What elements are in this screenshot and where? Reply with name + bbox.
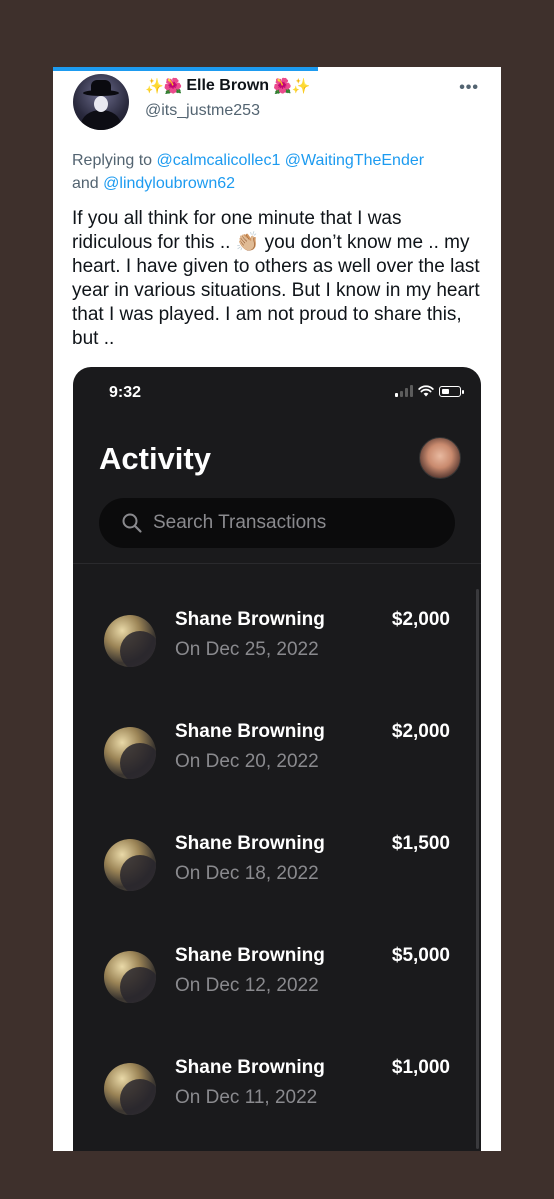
profile-avatar[interactable]: [419, 437, 461, 479]
transaction-row[interactable]: Shane Browning On Dec 12, 2022 $5,000: [73, 937, 481, 1049]
author-name[interactable]: Elle Brown: [186, 77, 269, 95]
payee-avatar: [104, 727, 156, 779]
payee-name: Shane Browning: [175, 1057, 325, 1078]
wifi-icon: [418, 385, 434, 397]
payee-name: Shane Browning: [175, 609, 325, 630]
search-input[interactable]: Search Transactions: [99, 498, 455, 548]
transaction-row[interactable]: Shane Browning On Dec 25, 2022 $2,000: [73, 601, 481, 713]
payee-avatar: [104, 951, 156, 1003]
author-name-row[interactable]: ✨🌺 Elle Brown 🌺✨: [145, 77, 310, 95]
status-time: 9:32: [109, 384, 142, 401]
transaction-amount: $2,000: [391, 609, 450, 630]
battery-icon: [439, 386, 464, 397]
search-placeholder: Search Transactions: [153, 512, 327, 533]
payee-avatar: [104, 1063, 156, 1115]
replying-to: Replying to @calmcalicollec1 @WaitingThe…: [72, 149, 487, 195]
transaction-date: On Dec 11, 2022: [175, 1087, 318, 1108]
author-avatar[interactable]: [73, 74, 129, 130]
search-icon: [122, 513, 142, 533]
load-progress-bar: [53, 67, 318, 71]
signal-icon: [395, 385, 413, 397]
replying-and: and: [72, 175, 104, 192]
mention-link[interactable]: @lindyloubrown62: [103, 175, 235, 192]
replying-prefix: Replying to: [72, 152, 157, 169]
tweet-card: ✨🌺 Elle Brown 🌺✨ @its_justme253 ••• Repl…: [53, 67, 501, 1151]
payee-name: Shane Browning: [175, 833, 325, 854]
mention-link[interactable]: @WaitingTheEnder: [285, 152, 424, 169]
payee-name: Shane Browning: [175, 721, 325, 742]
transaction-row[interactable]: Shane Browning On Dec 20, 2022 $2,000: [73, 713, 481, 825]
emoji-left: ✨🌺: [145, 78, 183, 95]
transaction-amount: $1,500: [391, 833, 450, 854]
transaction-date: On Dec 20, 2022: [175, 751, 319, 772]
activity-title: Activity: [99, 441, 211, 476]
status-icons: [395, 385, 464, 397]
transaction-date: On Dec 18, 2022: [175, 863, 319, 884]
transaction-amount: $2,000: [391, 721, 450, 742]
transaction-amount: $1,000: [391, 1057, 450, 1078]
divider: [73, 563, 481, 564]
mention-link[interactable]: @calmcalicollec1: [157, 152, 281, 169]
activity-screenshot: 9:32 Activity Search Transactions Shane …: [73, 367, 481, 1151]
transaction-date: On Dec 12, 2022: [175, 975, 319, 996]
payee-name: Shane Browning: [175, 945, 325, 966]
transaction-date: On Dec 25, 2022: [175, 639, 319, 660]
transaction-row[interactable]: Shane Browning On Dec 18, 2022 $1,500: [73, 825, 481, 937]
payee-avatar: [104, 615, 156, 667]
tweet-text: If you all think for one minute that I w…: [72, 208, 480, 349]
transaction-amount: $5,000: [391, 945, 450, 966]
payee-avatar: [104, 839, 156, 891]
more-icon[interactable]: •••: [459, 79, 479, 97]
author-handle[interactable]: @its_justme253: [145, 102, 260, 120]
emoji-right: 🌺✨: [273, 78, 311, 95]
transaction-row[interactable]: Shane Browning On Dec 11, 2022 $1,000: [73, 1049, 481, 1151]
